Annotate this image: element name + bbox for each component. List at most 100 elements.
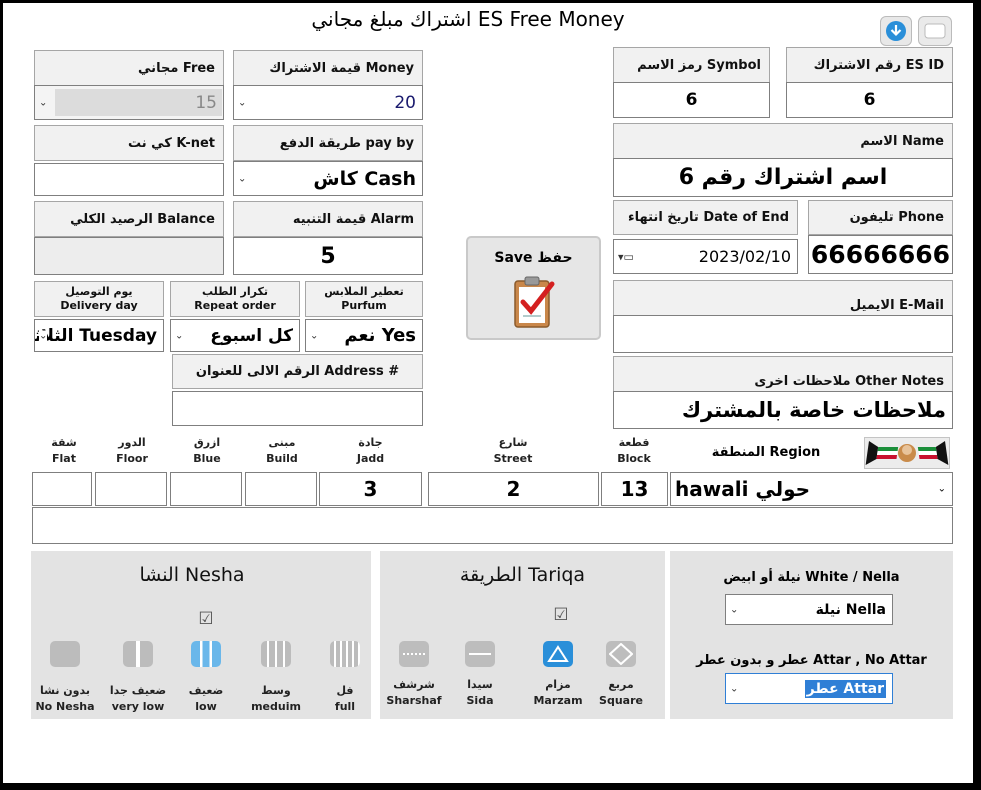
- purfum-label-en: Purfum: [341, 299, 387, 312]
- chevron-down-icon[interactable]: ⌄: [238, 97, 246, 108]
- tariqa-option-square[interactable]: مربع Square: [593, 641, 649, 713]
- region-select[interactable]: hawali حولي ⌄: [670, 472, 953, 506]
- knet-field[interactable]: [34, 163, 224, 196]
- notes-field[interactable]: ملاحظات خاصة بالمشترك: [613, 391, 953, 429]
- money-field[interactable]: ⌄ 20: [233, 85, 423, 120]
- tariqa-opt0-en: Sharshaf: [386, 694, 442, 707]
- flat-field[interactable]: [32, 472, 92, 506]
- street-header: شارع Street: [428, 435, 598, 467]
- tariqa-title: الطريقة Tariqa: [459, 564, 586, 586]
- delivery-label-en: Delivery day: [60, 299, 138, 312]
- tariqa-option-marzam[interactable]: مزام Marzam: [523, 641, 593, 713]
- flat-header: شقة Flat: [34, 435, 94, 467]
- chevron-down-icon[interactable]: ⌄: [310, 330, 318, 341]
- blue-header: ازرق Blue: [170, 435, 244, 467]
- chevron-down-icon[interactable]: ⌄: [39, 330, 48, 341]
- clipboard-check-icon: [514, 276, 555, 328]
- attar-select[interactable]: ⌄ عطر Attar: [725, 673, 893, 704]
- street-header-ar: شارع: [498, 436, 528, 449]
- page-title: اشتراك مبلغ مجاني ES Free Money: [311, 7, 625, 31]
- chevron-down-icon[interactable]: ⌄: [730, 683, 738, 694]
- street-field[interactable]: 2: [428, 472, 599, 506]
- block-field[interactable]: 13: [601, 472, 668, 506]
- jadd-header: جادة Jadd: [319, 435, 422, 467]
- square-icon: [606, 641, 636, 667]
- nesha-option-low[interactable]: ضعيف low: [175, 641, 237, 717]
- es-id-label: رقم الاشتراك ES ID: [786, 47, 953, 83]
- notes-label: ملاحظات اخرى Other Notes: [613, 356, 953, 392]
- pay-by-label: طريقة الدفع pay by: [233, 125, 423, 161]
- nesha-no-icon: [50, 641, 80, 667]
- window-button[interactable]: [918, 16, 952, 46]
- chevron-down-icon[interactable]: ⌄: [938, 484, 946, 495]
- region-value: hawali حولي: [675, 477, 811, 501]
- delivery-select[interactable]: ⌄الثلاثاء Tuesday: [34, 319, 164, 352]
- pay-by-value: كاش Cash: [313, 167, 416, 190]
- save-button[interactable]: Save حفظ: [466, 236, 601, 340]
- nesha-title: النشا Nesha: [139, 564, 245, 586]
- money-label: قيمة الاشتراك Money: [233, 50, 423, 86]
- nesha-opt3-en: meduim: [251, 700, 301, 713]
- build-field[interactable]: [245, 472, 317, 506]
- nesha-opt4-en: full: [334, 700, 356, 713]
- symbol-label: رمز الاسم Symbol: [613, 47, 770, 83]
- delivery-value: الثلاثاء Tuesday: [35, 325, 157, 346]
- tariqa-opt1-en: Sida: [466, 694, 494, 707]
- build-header-en: Build: [266, 452, 298, 465]
- floor-header-en: Floor: [116, 452, 148, 465]
- nesha-full-icon: [330, 641, 360, 667]
- address-extra-field[interactable]: [32, 507, 953, 544]
- purfum-value: نعم Yes: [344, 325, 416, 346]
- download-button[interactable]: [880, 16, 912, 46]
- repeat-label: تكرار الطلب Repeat order: [170, 281, 300, 317]
- sharshaf-icon: [399, 641, 429, 667]
- tariqa-option-sharshaf[interactable]: شرشف Sharshaf: [383, 641, 445, 713]
- tariqa-opt0-ar: شرشف: [393, 678, 435, 691]
- floor-header: الدور Floor: [95, 435, 169, 467]
- street-header-en: Street: [493, 452, 533, 465]
- calendar-dropdown-icon[interactable]: ▾▭: [618, 250, 634, 263]
- nesha-meduim-icon: [261, 641, 291, 667]
- nesha-very-low-icon: [123, 641, 153, 667]
- repeat-label-ar: تكرار الطلب: [201, 285, 269, 298]
- nesha-opt4-ar: فل: [336, 684, 354, 697]
- free-field[interactable]: ⌄ 15: [34, 85, 224, 120]
- symbol-field[interactable]: 6: [613, 82, 770, 118]
- free-value: 15: [195, 92, 217, 113]
- name-label: الاسم Name: [613, 123, 953, 159]
- floor-field[interactable]: [95, 472, 167, 506]
- block-header: قطعة Block: [601, 435, 667, 467]
- blue-header-en: Blue: [193, 452, 221, 465]
- pay-by-select[interactable]: ⌄ كاش Cash: [233, 161, 423, 196]
- nesha-option-meduim[interactable]: وسط meduim: [243, 641, 309, 717]
- alarm-field[interactable]: 5: [233, 237, 423, 275]
- blue-field[interactable]: [170, 472, 242, 506]
- nesha-option-full[interactable]: فل full: [313, 641, 377, 717]
- jadd-header-ar: جادة: [358, 436, 383, 449]
- repeat-select[interactable]: ⌄ كل اسبوع: [170, 319, 300, 352]
- nesha-option-no-nesha[interactable]: بدون نشا No Nesha: [33, 641, 97, 717]
- name-field[interactable]: اسم اشتراك رقم 6: [613, 158, 953, 197]
- attar-value: عطر Attar: [804, 679, 886, 698]
- email-field[interactable]: [613, 315, 953, 353]
- chevron-down-icon[interactable]: ⌄: [730, 604, 738, 615]
- chevron-down-icon[interactable]: ⌄: [175, 330, 183, 341]
- date-end-field[interactable]: ▾▭ 2023/02/10: [613, 239, 798, 274]
- es-id-field[interactable]: 6: [786, 82, 953, 118]
- download-icon: [886, 21, 906, 41]
- nella-select[interactable]: ⌄ نيلة Nella: [725, 594, 893, 625]
- address-no-label: الرقم الالى للعنوان Address #: [172, 354, 423, 389]
- knet-label: كي نت K-net: [34, 125, 224, 161]
- chevron-down-icon[interactable]: ⌄: [39, 97, 47, 108]
- tariqa-option-sida[interactable]: سيدا Sida: [451, 641, 509, 713]
- phone-field[interactable]: 66666666: [808, 235, 953, 274]
- purfum-select[interactable]: ⌄ نعم Yes: [305, 319, 423, 352]
- delivery-label-ar: يوم التوصيل: [65, 285, 133, 298]
- form-window: اشتراك مبلغ مجاني ES Free Money رقم الاش…: [3, 3, 973, 783]
- chevron-down-icon[interactable]: ⌄: [238, 173, 246, 184]
- nesha-option-very-low[interactable]: ضعيف جدا very low: [103, 641, 173, 717]
- tariqa-opt3-en: Square: [599, 694, 643, 707]
- kuwait-flag-icon: [864, 437, 950, 469]
- address-no-field[interactable]: [172, 391, 423, 426]
- jadd-field[interactable]: 3: [319, 472, 422, 506]
